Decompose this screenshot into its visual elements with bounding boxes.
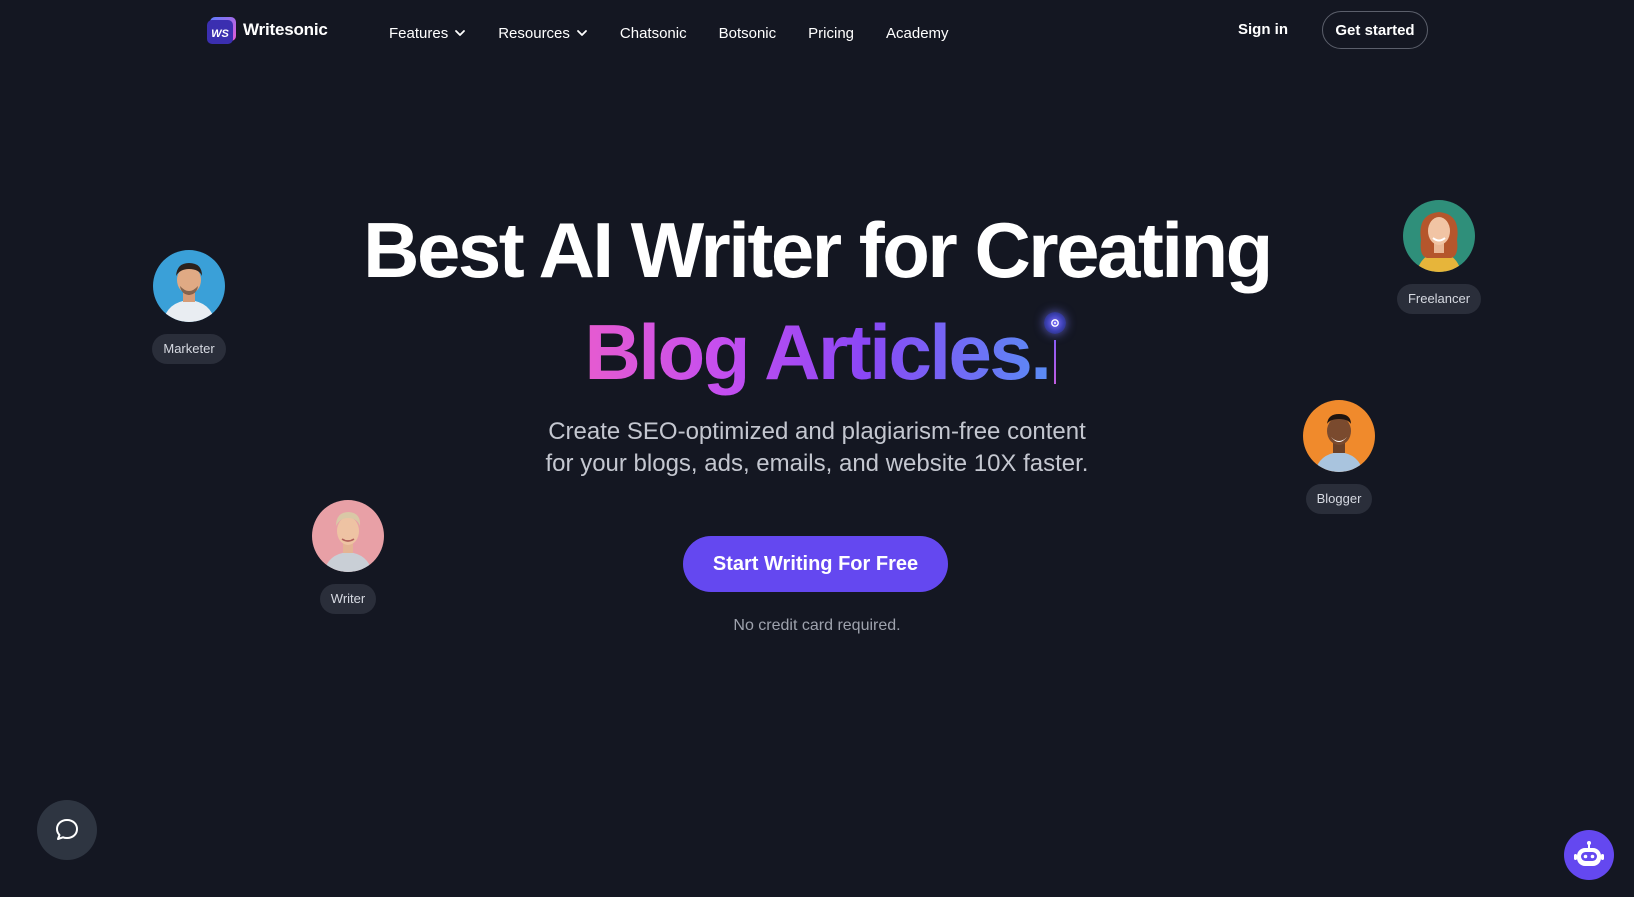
persona-freelancer: Freelancer	[1396, 200, 1482, 314]
avatar	[312, 500, 384, 572]
avatar	[1303, 400, 1375, 472]
no-credit-card-note: No credit card required.	[733, 617, 901, 634]
nav-features-label: Features	[389, 24, 449, 42]
hero-subtitle-line2: for your blogs, ads, emails, and website…	[545, 450, 1089, 477]
persona-marketer: Marketer	[152, 250, 226, 364]
svg-text:WS: WS	[211, 28, 229, 40]
nav-academy[interactable]: Academy	[886, 25, 949, 42]
hero-subtitle-line1: Create SEO-optimized and plagiarism-free…	[548, 418, 1086, 445]
get-started-button[interactable]: Get started	[1322, 11, 1428, 49]
nav-pricing[interactable]: Pricing	[808, 25, 854, 42]
nav-resources[interactable]: Resources	[498, 25, 588, 42]
avatar	[153, 250, 225, 322]
chevron-down-icon	[577, 30, 587, 36]
nav-chatsonic-label: Chatsonic	[619, 24, 687, 42]
nav-features[interactable]: Features	[389, 25, 466, 42]
chat-launcher-button[interactable]	[37, 800, 97, 860]
text-caret	[1054, 340, 1056, 384]
nav-pricing-label: Pricing	[808, 24, 855, 42]
hero-title-line1: Best AI Writer for Creating	[363, 206, 1273, 294]
ai-spark-icon	[1044, 312, 1066, 334]
logo[interactable]: WS Writesonic	[207, 16, 328, 44]
nav-academy-label: Academy	[886, 24, 949, 42]
sign-in-link[interactable]: Sign in	[1238, 21, 1288, 38]
chevron-down-icon	[455, 30, 466, 36]
main-nav: Features Resources Chatsonic Botsonic Pr…	[389, 22, 981, 44]
brand-name: Writesonic	[243, 20, 328, 39]
nav-chatsonic[interactable]: Chatsonic	[620, 25, 687, 42]
persona-label: Freelancer	[1396, 284, 1482, 314]
persona-label: Writer	[319, 584, 377, 614]
nav-botsonic[interactable]: Botsonic	[719, 25, 777, 42]
persona-label: Marketer	[152, 334, 226, 364]
avatar	[1403, 200, 1475, 272]
writesonic-logo-icon: WS	[207, 16, 236, 44]
persona-blogger: Blogger	[1303, 400, 1375, 514]
hero-title-highlight: Blog Articles.	[584, 308, 1052, 396]
persona-label: Blogger	[1305, 484, 1373, 514]
hero-subtitle: Create SEO-optimized and plagiarism-free…	[0, 416, 1634, 480]
start-writing-button[interactable]: Start Writing For Free	[683, 536, 948, 592]
bot-launcher-button[interactable]	[1564, 830, 1614, 880]
persona-writer: Writer	[312, 500, 384, 614]
hero-title-line2: Blog Articles.	[0, 304, 1634, 400]
nav-botsonic-label: Botsonic	[718, 24, 777, 42]
chat-bubble-icon	[56, 819, 78, 840]
typing-cursor	[1044, 312, 1068, 392]
landing-page: WS Writesonic Features Resources Chatson…	[0, 0, 1634, 897]
nav-resources-label: Resources	[498, 24, 570, 42]
robot-icon	[1574, 841, 1604, 866]
